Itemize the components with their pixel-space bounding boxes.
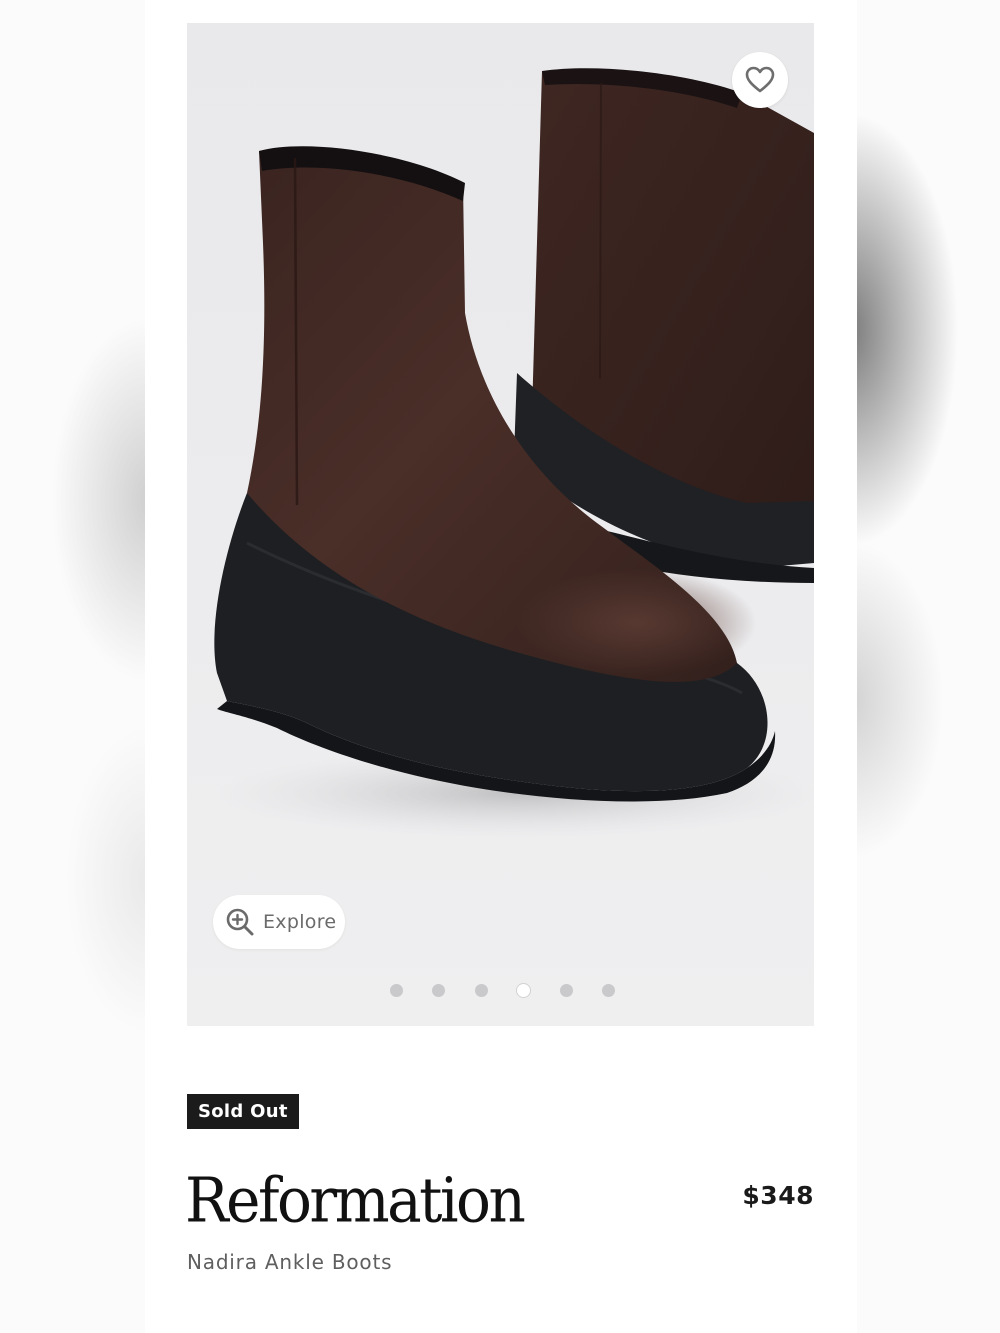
heart-outline-icon (745, 66, 775, 93)
product-gallery[interactable]: Explore (187, 23, 814, 1026)
product-name: Nadira Ankle Boots (187, 1250, 393, 1274)
explore-button[interactable]: Explore (213, 895, 345, 949)
brand-name[interactable]: Reformation (185, 1158, 526, 1243)
sold-out-badge: Sold Out (187, 1094, 299, 1129)
pagination-dot[interactable] (390, 984, 403, 997)
gallery-pagination (187, 982, 814, 998)
pagination-dot-active[interactable] (517, 984, 530, 997)
zoom-in-icon (226, 908, 254, 936)
backdrop-right (855, 0, 1000, 1333)
backdrop-left (0, 0, 145, 1333)
explore-label: Explore (263, 911, 337, 933)
pagination-dot[interactable] (475, 984, 488, 997)
favorite-button[interactable] (732, 52, 788, 108)
product-image[interactable] (187, 23, 814, 1026)
pagination-dot[interactable] (432, 984, 445, 997)
product-card: Explore Sold Out Reformation $348 Nadira… (145, 0, 857, 1333)
pagination-dot[interactable] (602, 984, 615, 997)
pagination-dot[interactable] (560, 984, 573, 997)
product-price: $348 (742, 1181, 814, 1210)
